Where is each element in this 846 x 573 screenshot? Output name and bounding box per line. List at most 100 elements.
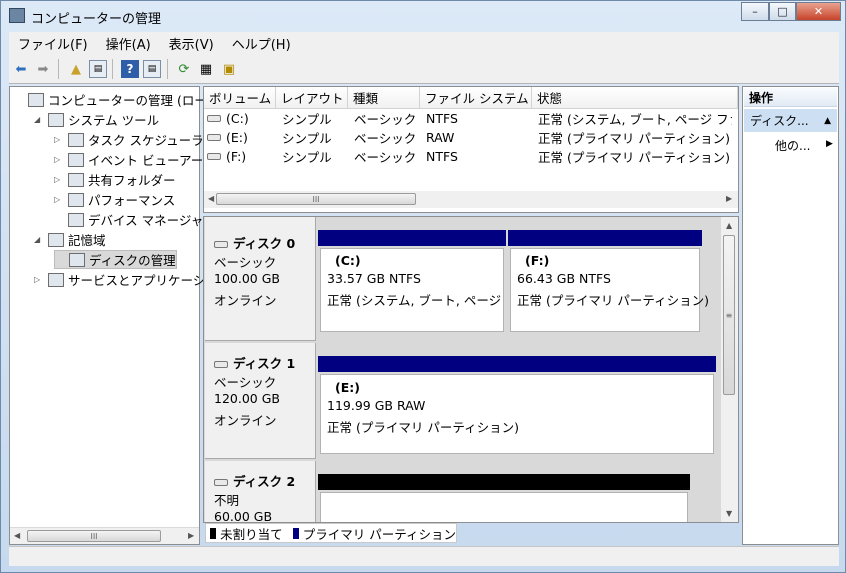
disk-legend: 未割り当て プライマリ パーティション <box>205 523 457 543</box>
tree-expander-icon[interactable]: ▷ <box>54 155 64 164</box>
storage-icon <box>48 232 64 247</box>
title-bar[interactable]: コンピューターの管理 – □ ✕ <box>1 1 846 31</box>
disk-label-panel[interactable]: ディスク 2 不明 60.00 GB <box>205 461 316 523</box>
unknown-disk-icon <box>214 479 228 486</box>
menu-view[interactable]: 表示(V) <box>160 34 223 53</box>
menu-file[interactable]: ファイル(F) <box>9 34 97 53</box>
tree-item[interactable]: ▷ タスク スケジューラ <box>54 130 204 149</box>
partition-bar[interactable] <box>318 230 506 246</box>
volume-cell-name[interactable]: (F:) <box>207 147 273 166</box>
refresh-icon[interactable]: ⟳ <box>175 60 193 78</box>
actions-header: 操作 <box>744 88 837 107</box>
partition-label: (E:) <box>335 380 360 395</box>
forward-arrow-icon[interactable]: ➡ <box>34 60 52 78</box>
toolbar: ⬅ ➡ ▲ ▤ ? ▤ ⟳ ▦ ▣ <box>9 54 839 84</box>
volume-cell-name[interactable]: (E:) <box>207 128 273 147</box>
volume-cell-type: ベーシック <box>354 131 417 146</box>
disk-name: ディスク 2 <box>214 471 295 490</box>
volume-cell-fs: NTFS <box>426 111 458 126</box>
show-hide-action-pane-icon[interactable]: ▤ <box>143 60 161 78</box>
drive-icon <box>207 134 221 141</box>
volume-cell-layout: シンプル <box>282 112 332 127</box>
window-title: コンピューターの管理 <box>31 12 162 27</box>
help-icon[interactable]: ? <box>121 60 139 78</box>
back-arrow-icon[interactable]: ⬅ <box>12 60 30 78</box>
properties-icon[interactable]: ▦ <box>197 60 215 78</box>
volume-cell-type: ベーシック <box>354 112 417 127</box>
actions-more[interactable]: 他の... <box>775 137 810 154</box>
disk-graphical-pane: ディスク 0 ベーシック 100.00 GB オンライン (C:) 33.57 GB NT… <box>203 216 739 523</box>
menu-help[interactable]: ヘルプ(H) <box>223 34 300 53</box>
disk-size: 100.00 GB <box>214 271 280 286</box>
window: コンピューターの管理 – □ ✕ ファイル(F) 操作(A) 表示(V) ヘルプ… <box>0 0 846 573</box>
disk-label-panel[interactable]: ディスク 1 ベーシック 120.00 GB オンライン <box>205 343 316 459</box>
column-header-volume[interactable]: ボリューム <box>204 87 276 109</box>
primary-partition-swatch <box>292 527 299 539</box>
show-hide-tree-icon[interactable]: ▤ <box>89 60 107 78</box>
more-arrow-icon: ▶ <box>826 139 833 149</box>
tree-item[interactable]: ◢ システム ツール <box>34 110 159 129</box>
legend-unallocated: 未割り当て <box>220 526 283 542</box>
partition-bar[interactable] <box>318 356 716 372</box>
partition-bar[interactable] <box>318 474 690 490</box>
partition-detail: 66.43 GB NTFS <box>517 271 611 286</box>
partition-box[interactable]: (C:) 33.57 GB NTFS 正常 (システム, ブート, ページ <box>320 248 504 332</box>
close-button[interactable]: ✕ <box>796 2 841 21</box>
system-tools-icon <box>48 112 64 127</box>
status-bar <box>9 546 839 566</box>
tree-item-label: デバイス マネージャー <box>88 213 216 228</box>
tree-expander-icon[interactable]: ◢ <box>34 115 44 124</box>
volume-cell-fs: RAW <box>426 130 455 145</box>
column-header-filesystem[interactable]: ファイル システム <box>420 87 532 109</box>
partition-status: 正常 (システム, ブート, ページ <box>327 293 502 308</box>
tree-item-label: 記憶域 <box>68 233 106 248</box>
tree-expander-icon[interactable]: ▷ <box>54 135 64 144</box>
disk-state: オンライン <box>214 293 277 308</box>
tree-item[interactable]: ▷ パフォーマンス <box>54 190 175 209</box>
tree-item[interactable]: ◢ 記憶域 <box>34 230 106 249</box>
unallocated-swatch <box>210 527 217 539</box>
tree-item[interactable]: コンピューターの管理 (ローカ <box>14 90 219 109</box>
partition-status: 正常 (プライマリ パーティション) <box>517 293 709 308</box>
column-header-type[interactable]: 種類 <box>348 87 420 109</box>
export-list-icon[interactable]: ▣ <box>220 60 238 78</box>
disk-label-panel[interactable]: ディスク 0 ベーシック 100.00 GB オンライン <box>205 217 316 341</box>
disk-kind: ベーシック <box>214 255 277 270</box>
volume-cell-name[interactable]: (C:) <box>207 109 273 128</box>
volume-cell-status: 正常 (プライマリ パーティション) <box>538 150 730 165</box>
partition-bar[interactable] <box>508 230 702 246</box>
partition-box[interactable]: (F:) 66.43 GB NTFS 正常 (プライマリ パーティション) <box>510 248 709 332</box>
tree-item[interactable]: ▷ 共有フォルダー <box>54 170 176 189</box>
disk-state: オンライン <box>214 413 277 428</box>
minimize-button[interactable]: – <box>741 2 769 21</box>
partition-label: (C:) <box>335 253 361 268</box>
tree-item[interactable]: デバイス マネージャー <box>54 210 216 229</box>
legend-primary: プライマリ パーティション <box>302 526 456 542</box>
menu-bar: ファイル(F) 操作(A) 表示(V) ヘルプ(H) <box>9 32 839 54</box>
up-folder-icon[interactable]: ▲ <box>67 60 85 78</box>
disk-vertical-scrollbar[interactable]: ▲ ≡ ▼ <box>721 217 738 522</box>
maximize-button[interactable]: □ <box>769 2 796 21</box>
tree-item[interactable]: ディスクの管理 <box>54 250 177 269</box>
disk-size: 60.00 GB <box>214 509 273 523</box>
menu-action[interactable]: 操作(A) <box>97 34 160 53</box>
actions-pane: 操作 ディスク... ▲ 他の... ▶ <box>742 86 839 545</box>
collapse-icon[interactable]: ▲ <box>824 116 831 126</box>
tree-expander-icon[interactable]: ◢ <box>34 235 44 244</box>
column-header-status[interactable]: 状態 <box>532 87 738 109</box>
partition-box[interactable]: (E:) 119.99 GB RAW 正常 (プライマリ パーティション) <box>320 374 714 454</box>
tree-expander-icon[interactable]: ▷ <box>34 275 44 284</box>
partition-box[interactable]: 60.00 GB <box>320 492 688 522</box>
actions-disk-management[interactable]: ディスク... ▲ <box>744 109 837 132</box>
console-tree-pane: コンピューターの管理 (ローカ ◢ システム ツール ▷ タスク スケジューラ ▷ イベント… <box>9 86 219 545</box>
tree-horizontal-scrollbar[interactable]: ◀ III ▶ <box>10 527 199 544</box>
tree-expander-icon[interactable]: ▷ <box>54 195 64 204</box>
tree-item[interactable]: ▷ サービスとアプリケーショ <box>34 270 218 289</box>
column-header-layout[interactable]: レイアウト <box>276 87 348 109</box>
tree-expander-icon[interactable]: ▷ <box>54 175 64 184</box>
volume-cell-status: 正常 (システム, ブート, ページ ファイ <box>538 112 732 127</box>
actions-disk-label: ディスク... <box>750 114 809 128</box>
tree-item[interactable]: ▷ イベント ビューアー <box>54 150 203 169</box>
performance-icon <box>68 192 84 207</box>
volume-horizontal-scrollbar[interactable]: ◀ III ▶ <box>204 191 738 208</box>
